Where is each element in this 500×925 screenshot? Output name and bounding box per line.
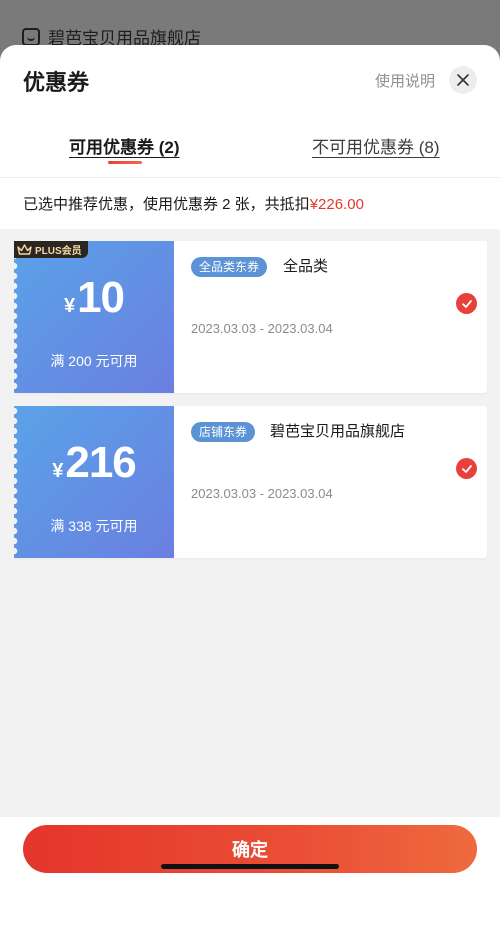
coupon-sheet: 优惠券 使用说明 可用优惠券 (2) 不可用优惠券 (8) 已选中推荐优惠，使用… [0,45,500,925]
plus-badge-label: PLUS会员 [35,246,82,257]
divider [0,177,500,178]
coupon-value: ¥10 [14,273,174,323]
selected-check-icon[interactable] [456,293,477,314]
coupon-amount: 10 [77,273,125,322]
summary-text: 已选中推荐优惠，使用优惠券 2 张，共抵扣 [23,196,310,213]
sheet-title: 优惠券 [23,70,90,95]
currency-symbol: ¥ [63,295,76,317]
bottom-bar: 确定 [0,817,500,925]
plus-member-badge: PLUS会员 [14,241,88,258]
coupon-value: ¥216 [14,438,174,488]
close-button[interactable] [449,66,477,94]
coupon-list: PLUS会员 ¥10 满 200 元可用 全品类东券 全品类 2023.03.0… [0,229,500,817]
discount-summary: 已选中推荐优惠，使用优惠券 2 张，共抵扣¥226.00 [23,193,364,214]
coupon-type-tag: 店铺东券 [191,422,256,442]
close-icon [457,74,469,86]
coupon-scope: 全品类 [283,258,329,275]
coupon-threshold: 满 338 元可用 [50,518,138,534]
coupon-validity-dates: 2023.03.03 - 2023.03.04 [191,486,333,501]
checkmark-icon [461,299,472,308]
coupon-validity-dates: 2023.03.03 - 2023.03.04 [191,321,333,336]
tab-available-coupons[interactable]: 可用优惠券 (2) [69,133,180,158]
coupon-type-tag: 全品类东券 [191,257,268,277]
tab-unavailable-coupons[interactable]: 不可用优惠券 (8) [312,133,440,158]
coupon-card[interactable]: PLUS会员 ¥10 满 200 元可用 全品类东券 全品类 2023.03.0… [14,241,487,393]
coupon-value-panel: ¥216 满 338 元可用 [14,406,174,558]
store-icon [22,27,40,46]
active-tab-indicator [108,161,142,164]
coupon-scope: 碧芭宝贝用品旗舰店 [270,423,406,440]
currency-symbol: ¥ [52,460,64,482]
sheet-header: 优惠券 使用说明 [0,45,500,115]
home-indicator [161,864,339,869]
usage-instructions-link[interactable]: 使用说明 [375,70,435,91]
coupon-amount: 216 [65,438,136,487]
crown-icon [17,244,32,255]
coupon-card[interactable]: ¥216 满 338 元可用 店铺东券 碧芭宝贝用品旗舰店 2023.03.03… [14,406,487,558]
coupon-value-panel: PLUS会员 ¥10 满 200 元可用 [14,241,174,393]
coupon-tabs: 可用优惠券 (2) 不可用优惠券 (8) [0,133,500,173]
summary-amount: ¥226.00 [309,196,364,213]
selected-check-icon[interactable] [456,458,477,479]
checkmark-icon [461,464,472,473]
coupon-threshold: 满 200 元可用 [50,353,138,369]
